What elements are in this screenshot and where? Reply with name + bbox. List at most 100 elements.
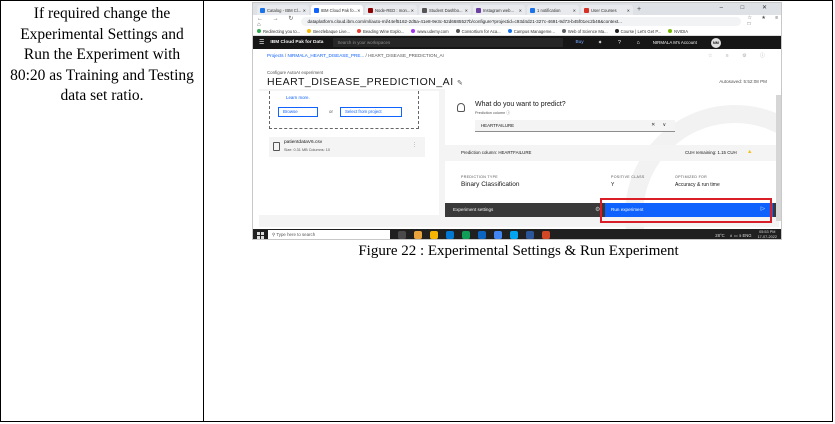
bookmark-label: Beading Wine Explo...	[363, 28, 405, 34]
bookmark-label: NVIDIA	[674, 28, 689, 34]
taskbar-app-icon[interactable]	[494, 231, 502, 239]
edit-icon[interactable]: ✎	[457, 80, 463, 87]
positive-class-label: POSITIVE CLASS	[611, 175, 645, 179]
page-title: HEART_DISEASE_PREDICTION_AI ✎	[267, 76, 463, 88]
prediction-type-label: PREDICTION TYPE	[461, 175, 498, 179]
ibm-brand[interactable]: IBM Cloud Pak for Data	[270, 40, 323, 45]
tray-icons[interactable]: ∧ ▭ ə ENG	[730, 233, 752, 238]
overflow-menu-icon[interactable]: ⋮	[412, 142, 417, 148]
bookmark-label: www.udemy.com	[417, 28, 449, 34]
tab-close-icon[interactable]: ✕	[303, 8, 306, 13]
bookmark-label: Beezlebaque Live...	[313, 28, 351, 34]
bookmark-label: Redirecting you to...	[263, 28, 301, 34]
taskbar-app-icon[interactable]	[478, 231, 486, 239]
windows-start-icon[interactable]	[257, 231, 264, 239]
lightbulb-icon	[457, 103, 465, 112]
header-icons[interactable]: ✦ ? ⌂	[598, 40, 647, 46]
toolbar-icons[interactable]: ☆ ★ ≡ □	[747, 15, 781, 27]
bookmark-favicon-icon	[455, 29, 460, 33]
weather-readout[interactable]: 28°C	[715, 233, 724, 238]
bookmark-favicon-icon	[561, 29, 566, 33]
nav-buttons[interactable]: ← → ↻ ⌂	[257, 15, 297, 28]
tab-favicon-icon	[260, 7, 265, 13]
figure-caption: Figure 22 : Experimental Settings & Run …	[358, 243, 679, 259]
prediction-column-summary: Prediction column: HEARTFAILURE	[461, 150, 532, 155]
bookmarks-bar: Redirecting you to... Beezlebaque Live...…	[253, 27, 781, 36]
taskbar-search-input[interactable]: ⚲ Type here to search	[268, 230, 390, 239]
tab-label: IBM Cloud Pak fo...	[321, 7, 358, 13]
tab-favicon-icon	[422, 7, 427, 13]
select-controls-icon[interactable]: ✕ ∨	[651, 120, 669, 132]
tab-close-icon[interactable]: ✕	[519, 8, 522, 13]
browser-tab[interactable]: IBM Cloud Pak fo... ✕	[311, 5, 363, 15]
data-source-panel: Learn more. Browse or Select from projec…	[259, 91, 439, 215]
account-switcher[interactable]: NIRMALA M's Account	[653, 40, 697, 45]
tab-close-icon[interactable]: ✕	[627, 8, 630, 13]
tab-close-icon[interactable]: ✕	[357, 8, 360, 13]
taskbar-app-icon[interactable]	[526, 231, 534, 239]
learn-more-link[interactable]: Learn more.	[286, 95, 310, 100]
bookmark-label: Web of Science Ma...	[567, 28, 608, 34]
autosaved-status: Autosaved: 5:52:08 PM	[719, 79, 767, 84]
taskbar-app-icon[interactable]	[430, 231, 438, 239]
bookmark-item[interactable]: Redirecting you to...	[257, 29, 300, 34]
window-controls[interactable]: – □ ✕	[720, 4, 775, 11]
file-icon	[273, 142, 280, 151]
prediction-type-value: Binary Classification	[461, 181, 520, 188]
hamburger-menu-icon[interactable]: ☰	[259, 39, 264, 46]
tab-close-icon[interactable]: ✕	[465, 8, 468, 13]
predict-question: What do you want to predict?	[475, 101, 566, 108]
taskbar-app-icon[interactable]	[398, 231, 406, 239]
tab-label: User Courses	[591, 7, 617, 13]
browser-tab[interactable]: Instagram web... ✕	[473, 5, 525, 15]
bookmark-label: Consortium for Aca...	[461, 28, 501, 34]
taskbar-app-icon[interactable]	[446, 231, 454, 239]
bookmark-item[interactable]: Course | Let's Get P...	[614, 28, 662, 34]
clock-time: 05:53 PM	[759, 230, 776, 235]
bookmark-item[interactable]: www.udemy.com	[411, 28, 449, 34]
browser-tab[interactable]: Student Dashbo... ✕	[419, 5, 471, 15]
data-file-card[interactable]: patientdataV6.csv Size: 0.31 MB Columns:…	[269, 137, 425, 157]
prediction-panel: What do you want to predict? Prediction …	[445, 89, 781, 239]
browser-tab[interactable]: Catalog - IBM Cl... ✕	[257, 5, 309, 15]
browser-tab[interactable]: User Courses ✕	[581, 5, 633, 15]
tab-label: Catalog - IBM Cl...	[267, 7, 302, 13]
tab-close-icon[interactable]: ✕	[573, 8, 576, 13]
tab-close-icon[interactable]: ✕	[411, 8, 414, 13]
bookmark-item[interactable]: Beading Wine Explo...	[357, 29, 404, 34]
clock[interactable]: 05:53 PM 17-07-2022	[758, 230, 777, 239]
bookmark-item[interactable]: Consortium for Aca...	[455, 28, 501, 34]
breadcrumb-projects[interactable]: Projects	[267, 53, 284, 58]
taskbar-app-icon[interactable]	[462, 231, 470, 239]
breadcrumb-current: HEART_DISEASE_PREDICTION_AI	[368, 53, 444, 58]
bookmark-label: Course | Let's Get P...	[620, 28, 662, 34]
prediction-column-label: Prediction column ⓘ	[475, 111, 511, 115]
clock-date: 17-07-2022	[757, 235, 777, 239]
browser-tab-bar: Catalog - IBM Cl... ✕ IBM Cloud Pak fo... ✕…	[253, 3, 781, 15]
bookmark-item[interactable]: Beezlebaque Live...	[307, 29, 350, 34]
experiment-settings-button[interactable]: Experiment settings	[453, 207, 493, 212]
scrollbar[interactable]	[776, 95, 781, 221]
avatar[interactable]: NM	[710, 37, 721, 48]
bookmark-item[interactable]: Campus Manageme...	[507, 29, 555, 34]
page-action-icons[interactable]: ☆ ≡ ⚙ ⓘ	[708, 52, 771, 59]
browser-tab[interactable]: Node-RED : mon... ✕	[365, 5, 417, 15]
breadcrumb-project[interactable]: NIRMALA_HEART_DISEASE_PRE...	[287, 53, 364, 58]
taskbar-app-icon[interactable]	[414, 231, 422, 239]
taskbar-app-icon[interactable]	[542, 231, 550, 239]
select-from-project-button[interactable]: Select from project	[340, 107, 402, 117]
tab-favicon-icon	[368, 7, 373, 13]
browse-button[interactable]: Browse	[278, 107, 318, 117]
url-field[interactable]: dataplatform.cloud.ibm.com/ml/auto-ml/44…	[301, 16, 742, 26]
bookmark-item[interactable]: Web of Science Ma...	[561, 28, 608, 34]
browser-tab[interactable]: 1 notification ✕	[527, 5, 579, 15]
new-tab-button[interactable]: +	[637, 5, 641, 15]
buy-link[interactable]: Buy	[575, 40, 583, 45]
taskbar-app-icon[interactable]	[510, 231, 518, 239]
ibm-header: ☰ IBM Cloud Pak for Data Search in your …	[253, 36, 781, 49]
workspace-search-input[interactable]: Search in your workspaces	[333, 38, 564, 47]
upload-dropzone[interactable]: Learn more. Browse or Select from projec…	[269, 91, 419, 129]
instruction-text: If required change the Experimental Sett…	[10, 5, 194, 104]
prediction-column-select[interactable]: HEARTFAILURE ✕ ∨	[475, 120, 675, 132]
bookmark-item[interactable]: NVIDIA	[668, 29, 688, 34]
